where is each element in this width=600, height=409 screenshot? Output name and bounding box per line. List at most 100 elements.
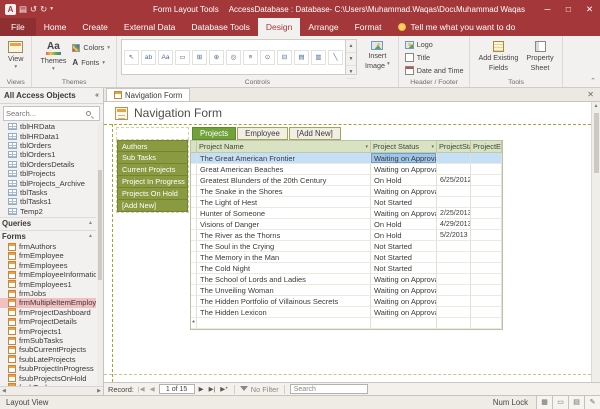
- previous-record-icon[interactable]: ◀: [149, 385, 156, 393]
- form-view-icon[interactable]: ▭: [552, 396, 568, 409]
- column-header-projectend[interactable]: ProjectEnd▾: [471, 141, 502, 153]
- textbox-control-icon[interactable]: ab: [141, 50, 156, 65]
- ribbon-tab-create[interactable]: Create: [74, 18, 116, 36]
- project-status-cell[interactable]: Not Started: [371, 197, 437, 208]
- project-end-cell[interactable]: [471, 164, 502, 175]
- form-header[interactable]: Navigation Form: [104, 102, 591, 124]
- shutter-bar-icon[interactable]: «: [95, 92, 99, 99]
- select-control-icon[interactable]: ↖: [124, 50, 139, 65]
- sidebar-item-fsubprojectsonhold[interactable]: fsubProjectsOnHold: [0, 373, 96, 382]
- project-start-cell[interactable]: [437, 285, 471, 296]
- sidebar-item-frmemployee[interactable]: frmEmployee: [0, 251, 96, 260]
- collapse-ribbon-icon[interactable]: ⌃: [590, 77, 596, 85]
- form-title[interactable]: Navigation Form: [134, 106, 222, 120]
- table-row[interactable]: Hunter of SomeoneWaiting on Approval2/25…: [191, 208, 502, 219]
- nav-group-queries[interactable]: Queries▲: [0, 217, 96, 229]
- tab-control-icon[interactable]: ⊞: [192, 50, 207, 65]
- maximize-button[interactable]: □: [558, 0, 579, 18]
- project-name-cell[interactable]: The School of Lords and Ladies: [197, 274, 371, 285]
- ribbon-tab-home[interactable]: Home: [36, 18, 75, 36]
- minimize-button[interactable]: ─: [537, 0, 558, 18]
- scroll-up-icon[interactable]: ▲: [346, 40, 356, 53]
- project-name-cell[interactable]: Greatest Blunders of the 20th Century: [197, 175, 371, 186]
- project-end-cell[interactable]: [471, 241, 502, 252]
- project-name-cell[interactable]: Great American Beaches: [197, 164, 371, 175]
- option-group-control-icon[interactable]: ⊙: [260, 50, 275, 65]
- project-status-cell[interactable]: Waiting on Approval: [371, 208, 437, 219]
- project-end-cell[interactable]: [471, 296, 502, 307]
- next-record-icon[interactable]: ▶: [198, 385, 205, 393]
- nav-button-authors[interactable]: Authors: [117, 140, 188, 152]
- table-row[interactable]: The Soul in the CryingNot Started: [191, 241, 502, 252]
- project-end-cell[interactable]: [471, 208, 502, 219]
- sidebar-item-frmemployees[interactable]: frmEmployees: [0, 261, 96, 270]
- date-time-button[interactable]: Date and Time: [403, 65, 466, 76]
- logo-button[interactable]: Logo: [403, 39, 466, 50]
- nav-button-sub-tasks[interactable]: Sub Tasks: [117, 152, 188, 164]
- save-icon[interactable]: ▤: [19, 4, 27, 15]
- project-status-cell[interactable]: Not Started: [371, 241, 437, 252]
- project-end-cell[interactable]: [471, 219, 502, 230]
- sidebar-item-tblorders1[interactable]: tblOrders1: [0, 150, 96, 159]
- project-name-cell[interactable]: The River as the Thorns: [197, 230, 371, 241]
- title-button[interactable]: Title: [403, 52, 466, 63]
- ribbon-tab-arrange[interactable]: Arrange: [300, 18, 346, 36]
- sidebar-item-frmemployeeinformation[interactable]: frmEmployeeInformation: [0, 270, 96, 279]
- table-row[interactable]: Visions of DangerOn Hold4/29/2013: [191, 219, 502, 230]
- project-name-cell[interactable]: The Memory in the Man: [197, 252, 371, 263]
- sidebar-item-tblorders[interactable]: tblOrders: [0, 141, 96, 150]
- project-status-cell[interactable]: Waiting on Approval: [371, 186, 437, 197]
- project-end-cell[interactable]: [471, 197, 502, 208]
- document-tab-navigation-form[interactable]: Navigation Form: [106, 88, 190, 101]
- undo-icon[interactable]: ↺: [30, 4, 37, 15]
- nav-button-project-in-progress[interactable]: Project In Progress: [117, 176, 188, 188]
- project-end-cell[interactable]: [471, 263, 502, 274]
- project-status-cell[interactable]: Waiting on Approval: [371, 153, 437, 164]
- table-row[interactable]: Greatest Blunders of the 20th CenturyOn …: [191, 175, 502, 186]
- nav-pane-scrollbar[interactable]: [97, 122, 103, 386]
- table-row[interactable]: The Hidden Portfolio of Villainous Secre…: [191, 296, 502, 307]
- nav-tab-add-new[interactable]: [Add New]: [289, 127, 341, 140]
- label-control-icon[interactable]: Aa: [158, 50, 173, 65]
- nav-search-box[interactable]: [3, 106, 100, 121]
- sidebar-item-frmprojects1[interactable]: frmProjects1: [0, 326, 96, 335]
- project-end-cell[interactable]: [471, 307, 502, 318]
- colors-button[interactable]: Colors ▾: [70, 42, 112, 53]
- project-status-cell[interactable]: Waiting on Approval: [371, 296, 437, 307]
- record-search-box[interactable]: Search: [290, 384, 368, 394]
- record-position[interactable]: 1 of 15: [159, 384, 195, 394]
- themes-button[interactable]: Aa Themes ▾: [36, 39, 70, 74]
- project-name-cell[interactable]: The Unveiling Woman: [197, 285, 371, 296]
- nav-group-forms[interactable]: Forms▲: [0, 230, 96, 242]
- project-status-cell[interactable]: On Hold: [371, 230, 437, 241]
- nav-tab-projects[interactable]: Projects: [192, 127, 236, 140]
- sidebar-item-fsubcurrentprojects[interactable]: fsubCurrentProjects: [0, 345, 96, 354]
- project-name-cell[interactable]: The Snake in the Shores: [197, 186, 371, 197]
- project-end-cell[interactable]: [471, 186, 502, 197]
- project-name-cell[interactable]: The Light of Hest: [197, 197, 371, 208]
- search-input[interactable]: [6, 109, 86, 118]
- project-start-cell[interactable]: [437, 263, 471, 274]
- sidebar-item-tblprojects-archive[interactable]: tblProjects_Archive: [0, 178, 96, 187]
- nav-tab-employee[interactable]: Employee: [237, 127, 288, 140]
- sidebar-item-frmemployees1[interactable]: frmEmployees1: [0, 279, 96, 288]
- table-row[interactable]: The Snake in the ShoresWaiting on Approv…: [191, 186, 502, 197]
- project-start-cell[interactable]: 6/25/2012: [437, 175, 471, 186]
- controls-gallery-scroll[interactable]: ▲ ▼ ▼: [346, 39, 357, 75]
- design-view-icon[interactable]: ✎: [584, 396, 600, 409]
- project-end-cell[interactable]: [471, 285, 502, 296]
- project-status-cell[interactable]: On Hold: [371, 175, 437, 186]
- sidebar-item-tbltasks[interactable]: tblTasks: [0, 188, 96, 197]
- new-record-row[interactable]: *: [191, 318, 502, 329]
- sidebar-item-frmmultipleitememployee[interactable]: frmMultipleItemEmployee: [0, 298, 96, 307]
- project-end-cell[interactable]: [471, 175, 502, 186]
- empty-cell[interactable]: [437, 318, 471, 329]
- project-start-cell[interactable]: [437, 296, 471, 307]
- signed-in-user[interactable]: Muhammad Waqas: [456, 5, 525, 14]
- sidebar-item-frmprojectdashboard[interactable]: frmProjectDashboard: [0, 308, 96, 317]
- scroll-down-icon[interactable]: ▼: [346, 53, 356, 66]
- sidebar-item-frmsubtasks[interactable]: frmSubTasks: [0, 336, 96, 345]
- nav-button-current-projects[interactable]: Current Projects: [117, 164, 188, 176]
- ribbon-tab-external-data[interactable]: External Data: [116, 18, 184, 36]
- project-end-cell[interactable]: [471, 252, 502, 263]
